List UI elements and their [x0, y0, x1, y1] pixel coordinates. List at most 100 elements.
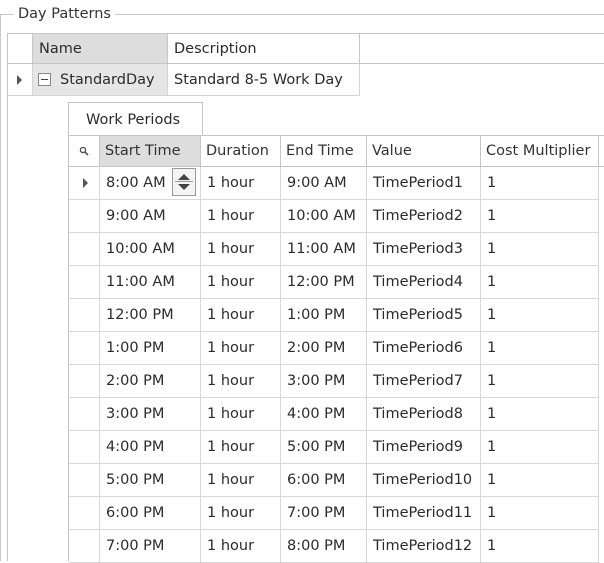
end-time-cell[interactable]: 10:00 AM: [281, 200, 367, 233]
column-header-name[interactable]: Name: [33, 34, 168, 64]
table-row[interactable]: 9:00 AM 1 hour 10:00 AM TimePeriod2 1: [69, 200, 604, 233]
value-cell[interactable]: TimePeriod2: [367, 200, 481, 233]
end-time-cell[interactable]: 9:00 AM: [281, 167, 367, 200]
end-time-cell[interactable]: 6:00 PM: [281, 464, 367, 497]
cost-multiplier-cell[interactable]: 1: [481, 497, 599, 530]
table-row[interactable]: 11:00 AM 1 hour 12:00 PM TimePeriod4 1: [69, 266, 604, 299]
filter-header[interactable]: [69, 136, 100, 167]
tab-work-periods[interactable]: Work Periods: [68, 102, 203, 136]
row-indicator[interactable]: [69, 167, 100, 200]
row-indicator[interactable]: [69, 200, 100, 233]
master-name-cell[interactable]: StandardDay: [33, 64, 168, 96]
value-cell[interactable]: TimePeriod10: [367, 464, 481, 497]
work-periods-grid[interactable]: Start Time Duration End Time Value Cost …: [68, 135, 604, 563]
duration-cell[interactable]: 1 hour: [201, 167, 281, 200]
duration-cell[interactable]: 1 hour: [201, 266, 281, 299]
end-time-cell[interactable]: 3:00 PM: [281, 365, 367, 398]
master-description-cell[interactable]: Standard 8-5 Work Day: [168, 64, 360, 96]
table-row[interactable]: 12:00 PM 1 hour 1:00 PM TimePeriod5 1: [69, 299, 604, 332]
duration-cell[interactable]: 1 hour: [201, 530, 281, 563]
column-header-duration[interactable]: Duration: [201, 136, 281, 167]
table-row[interactable]: 2:00 PM 1 hour 3:00 PM TimePeriod7 1: [69, 365, 604, 398]
spin-down-icon[interactable]: [178, 184, 190, 190]
column-header-cost-multiplier[interactable]: Cost Multiplier: [481, 136, 599, 167]
cost-multiplier-cell[interactable]: 1: [481, 200, 599, 233]
end-time-cell[interactable]: 8:00 PM: [281, 530, 367, 563]
cost-multiplier-cell[interactable]: 1: [481, 431, 599, 464]
start-time-cell[interactable]: 7:00 PM: [100, 530, 201, 563]
cost-multiplier-cell[interactable]: 1: [481, 233, 599, 266]
cost-multiplier-cell[interactable]: 1: [481, 365, 599, 398]
start-time-cell[interactable]: 10:00 AM: [100, 233, 201, 266]
start-time-cell[interactable]: 12:00 PM: [100, 299, 201, 332]
duration-cell[interactable]: 1 hour: [201, 233, 281, 266]
duration-cell[interactable]: 1 hour: [201, 497, 281, 530]
value-cell[interactable]: TimePeriod6: [367, 332, 481, 365]
table-row[interactable]: 5:00 PM 1 hour 6:00 PM TimePeriod10 1: [69, 464, 604, 497]
value-cell[interactable]: TimePeriod8: [367, 398, 481, 431]
start-time-cell[interactable]: 3:00 PM: [100, 398, 201, 431]
table-row[interactable]: 8:00 AM 1 hour 9:00 AM TimePeriod1 1: [69, 167, 604, 200]
table-row[interactable]: 10:00 AM 1 hour 11:00 AM TimePeriod3 1: [69, 233, 604, 266]
start-time-cell[interactable]: 2:00 PM: [100, 365, 201, 398]
row-indicator[interactable]: [69, 431, 100, 464]
cost-multiplier-cell[interactable]: 1: [481, 299, 599, 332]
column-header-end-time[interactable]: End Time: [281, 136, 367, 167]
duration-cell[interactable]: 1 hour: [201, 332, 281, 365]
collapse-minus-icon[interactable]: [38, 73, 51, 86]
start-time-cell[interactable]: 11:00 AM: [100, 266, 201, 299]
end-time-cell[interactable]: 11:00 AM: [281, 233, 367, 266]
table-row[interactable]: 1:00 PM 1 hour 2:00 PM TimePeriod6 1: [69, 332, 604, 365]
master-row-indicator[interactable]: [8, 64, 33, 96]
column-header-description[interactable]: Description: [168, 34, 360, 64]
spin-up-icon[interactable]: [178, 174, 190, 180]
row-indicator[interactable]: [69, 332, 100, 365]
table-row[interactable]: 4:00 PM 1 hour 5:00 PM TimePeriod9 1: [69, 431, 604, 464]
value-cell[interactable]: TimePeriod5: [367, 299, 481, 332]
start-time-cell[interactable]: 9:00 AM: [100, 200, 201, 233]
duration-cell[interactable]: 1 hour: [201, 464, 281, 497]
table-row[interactable]: 6:00 PM 1 hour 7:00 PM TimePeriod11 1: [69, 497, 604, 530]
duration-cell[interactable]: 1 hour: [201, 299, 281, 332]
value-cell[interactable]: TimePeriod3: [367, 233, 481, 266]
cost-multiplier-cell[interactable]: 1: [481, 530, 599, 563]
cost-multiplier-cell[interactable]: 1: [481, 398, 599, 431]
duration-cell[interactable]: 1 hour: [201, 200, 281, 233]
row-indicator[interactable]: [69, 365, 100, 398]
value-cell[interactable]: TimePeriod1: [367, 167, 481, 200]
start-time-cell[interactable]: 4:00 PM: [100, 431, 201, 464]
cost-multiplier-cell[interactable]: 1: [481, 464, 599, 497]
end-time-cell[interactable]: 7:00 PM: [281, 497, 367, 530]
value-cell[interactable]: TimePeriod7: [367, 365, 481, 398]
duration-cell[interactable]: 1 hour: [201, 398, 281, 431]
cost-multiplier-cell[interactable]: 1: [481, 266, 599, 299]
row-indicator[interactable]: [69, 530, 100, 563]
end-time-cell[interactable]: 1:00 PM: [281, 299, 367, 332]
end-time-cell[interactable]: 2:00 PM: [281, 332, 367, 365]
row-indicator[interactable]: [69, 464, 100, 497]
spin-updown-icon[interactable]: [172, 168, 196, 196]
start-time-cell[interactable]: 1:00 PM: [100, 332, 201, 365]
end-time-cell[interactable]: 5:00 PM: [281, 431, 367, 464]
duration-cell[interactable]: 1 hour: [201, 431, 281, 464]
duration-cell[interactable]: 1 hour: [201, 365, 281, 398]
column-header-start-time[interactable]: Start Time: [100, 136, 201, 167]
column-header-value[interactable]: Value: [367, 136, 481, 167]
row-indicator[interactable]: [69, 398, 100, 431]
row-indicator[interactable]: [69, 233, 100, 266]
table-row[interactable]: 7:00 PM 1 hour 8:00 PM TimePeriod12 1: [69, 530, 604, 563]
start-time-cell[interactable]: 6:00 PM: [100, 497, 201, 530]
value-cell[interactable]: TimePeriod11: [367, 497, 481, 530]
row-indicator[interactable]: [69, 266, 100, 299]
end-time-cell[interactable]: 12:00 PM: [281, 266, 367, 299]
cost-multiplier-cell[interactable]: 1: [481, 167, 599, 200]
value-cell[interactable]: TimePeriod12: [367, 530, 481, 563]
table-row[interactable]: 3:00 PM 1 hour 4:00 PM TimePeriod8 1: [69, 398, 604, 431]
value-cell[interactable]: TimePeriod4: [367, 266, 481, 299]
row-indicator[interactable]: [69, 299, 100, 332]
cost-multiplier-cell[interactable]: 1: [481, 332, 599, 365]
value-cell[interactable]: TimePeriod9: [367, 431, 481, 464]
end-time-cell[interactable]: 4:00 PM: [281, 398, 367, 431]
start-time-cell[interactable]: 5:00 PM: [100, 464, 201, 497]
row-indicator[interactable]: [69, 497, 100, 530]
